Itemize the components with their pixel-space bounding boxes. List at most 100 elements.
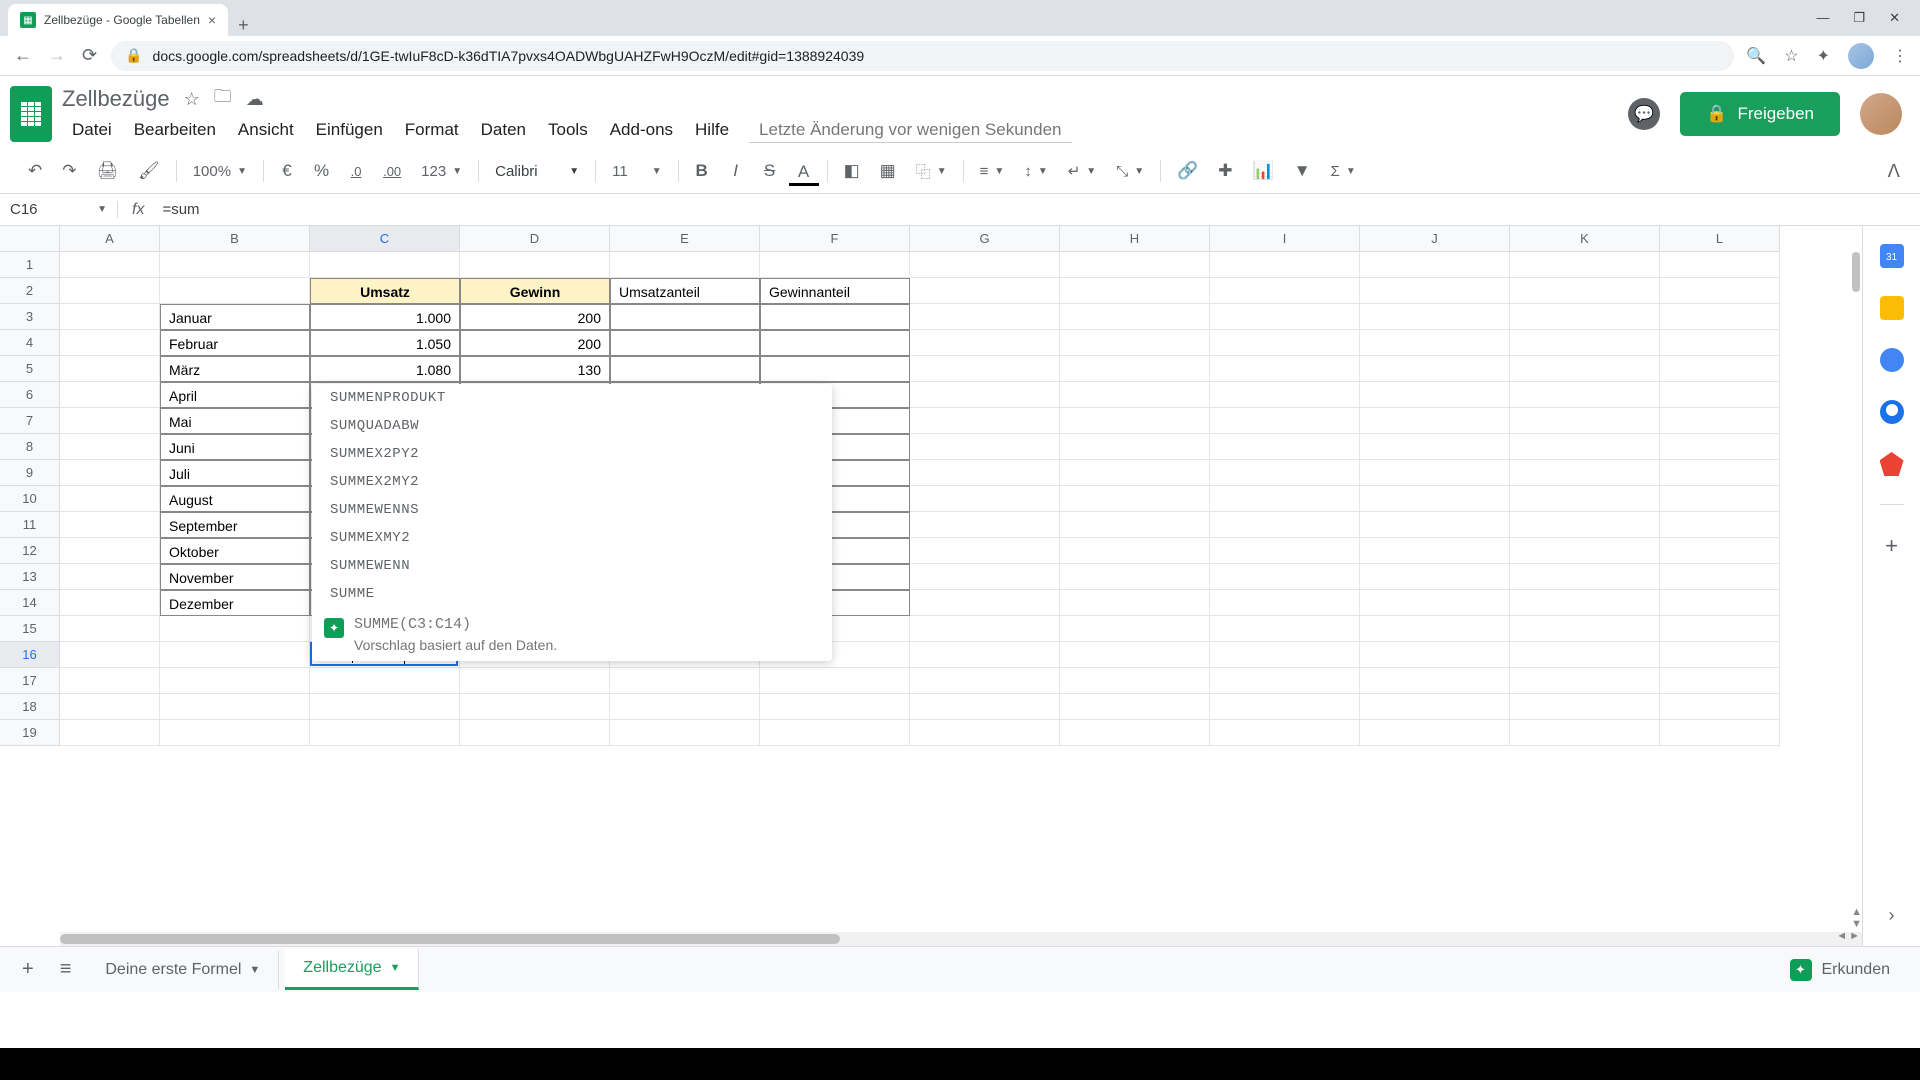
cell[interactable]	[610, 668, 760, 694]
row-header[interactable]: 16	[0, 642, 60, 668]
all-sheets-icon[interactable]: ≡	[50, 952, 82, 987]
cell[interactable]	[60, 382, 160, 408]
cell[interactable]	[910, 538, 1060, 564]
share-button[interactable]: 🔒 Freigeben	[1680, 92, 1840, 136]
cell[interactable]	[610, 304, 760, 330]
cell[interactable]	[1360, 668, 1510, 694]
zoom-icon[interactable]: 🔍	[1746, 46, 1766, 66]
font-select[interactable]: Calibri▼	[487, 159, 587, 184]
cell[interactable]	[1660, 330, 1780, 356]
currency-button[interactable]: €	[272, 155, 302, 187]
add-sheet-icon[interactable]: +	[12, 952, 44, 987]
cell[interactable]	[60, 486, 160, 512]
decrease-decimal-button[interactable]: .0	[341, 158, 371, 185]
cell[interactable]	[610, 356, 760, 382]
collapse-toolbar-icon[interactable]: ᐱ	[1888, 161, 1900, 182]
font-size-select[interactable]: 11▼	[604, 159, 669, 184]
autocomplete-item[interactable]: SUMQUADABW	[312, 412, 832, 440]
autocomplete-item[interactable]: SUMMEX2PY2	[312, 440, 832, 468]
autocomplete-item[interactable]: SUMMENPRODUKT	[312, 384, 832, 412]
cell[interactable]	[460, 694, 610, 720]
cell[interactable]	[760, 356, 910, 382]
cell[interactable]	[1660, 538, 1780, 564]
cell[interactable]	[910, 304, 1060, 330]
menu-tools[interactable]: Tools	[538, 118, 598, 143]
star-icon[interactable]: ☆	[1784, 46, 1798, 66]
chart-icon[interactable]: 📊	[1245, 155, 1282, 187]
cell[interactable]: 130	[460, 356, 610, 382]
scroll-down-icon[interactable]: ▼	[1851, 918, 1862, 930]
cell[interactable]	[1360, 460, 1510, 486]
cell[interactable]	[460, 668, 610, 694]
cell[interactable]: August	[160, 486, 310, 512]
cell[interactable]	[1660, 460, 1780, 486]
calendar-icon[interactable]	[1880, 244, 1904, 268]
redo-icon[interactable]: ↷	[54, 155, 84, 187]
cell[interactable]	[460, 720, 610, 746]
col-header[interactable]: D	[460, 226, 610, 252]
cell[interactable]	[1510, 382, 1660, 408]
cell[interactable]	[60, 252, 160, 278]
cell[interactable]	[610, 720, 760, 746]
autocomplete-item[interactable]: SUMMEXMY2	[312, 524, 832, 552]
cell[interactable]	[910, 616, 1060, 642]
cell[interactable]	[60, 460, 160, 486]
cell[interactable]	[910, 694, 1060, 720]
cell[interactable]	[1510, 720, 1660, 746]
cloud-status-icon[interactable]: ☁	[246, 89, 264, 110]
italic-button[interactable]: I	[721, 155, 751, 187]
cell[interactable]	[910, 408, 1060, 434]
cell[interactable]: 1.050	[310, 330, 460, 356]
cell[interactable]	[1510, 408, 1660, 434]
cell[interactable]	[1060, 564, 1210, 590]
cell[interactable]	[1660, 408, 1780, 434]
zoom-select[interactable]: 100%▼	[185, 159, 255, 184]
cell[interactable]	[1660, 304, 1780, 330]
add-addon-icon[interactable]: +	[1885, 533, 1898, 559]
cell[interactable]	[160, 720, 310, 746]
cell[interactable]	[910, 356, 1060, 382]
cell[interactable]	[1060, 538, 1210, 564]
cell[interactable]: 200	[460, 304, 610, 330]
cell[interactable]	[1060, 408, 1210, 434]
cell[interactable]: 200	[460, 330, 610, 356]
row-header[interactable]: 11	[0, 512, 60, 538]
cell[interactable]: 1.080	[310, 356, 460, 382]
cell[interactable]	[1060, 590, 1210, 616]
cell[interactable]	[1510, 304, 1660, 330]
cell[interactable]	[60, 330, 160, 356]
cell[interactable]	[1060, 330, 1210, 356]
cell[interactable]	[1660, 382, 1780, 408]
cell[interactable]	[310, 252, 460, 278]
cell[interactable]	[1660, 278, 1780, 304]
vertical-scrollbar[interactable]: ▲▼	[1850, 252, 1862, 932]
cell[interactable]	[1210, 590, 1360, 616]
cell[interactable]	[1510, 616, 1660, 642]
cell[interactable]	[160, 694, 310, 720]
autocomplete-suggestion[interactable]: ✦ SUMME(C3:C14) Vorschlag basiert auf de…	[312, 608, 832, 661]
cell[interactable]	[760, 694, 910, 720]
row-header[interactable]: 2	[0, 278, 60, 304]
maximize-icon[interactable]: ❐	[1853, 10, 1865, 26]
cell[interactable]	[910, 278, 1060, 304]
cell[interactable]	[1060, 356, 1210, 382]
menu-view[interactable]: Ansicht	[228, 118, 304, 143]
cell[interactable]	[1660, 668, 1780, 694]
cell[interactable]	[1510, 538, 1660, 564]
cell[interactable]	[1060, 616, 1210, 642]
autocomplete-item[interactable]: SUMMEX2MY2	[312, 468, 832, 496]
cell[interactable]	[1660, 252, 1780, 278]
cell[interactable]	[310, 668, 460, 694]
cell[interactable]	[1660, 356, 1780, 382]
cell[interactable]	[1360, 304, 1510, 330]
cell[interactable]	[1510, 356, 1660, 382]
cell[interactable]	[60, 668, 160, 694]
cell[interactable]	[1360, 356, 1510, 382]
cell[interactable]	[1360, 434, 1510, 460]
cell[interactable]	[60, 590, 160, 616]
cell[interactable]	[1060, 512, 1210, 538]
cell[interactable]	[1510, 512, 1660, 538]
cell[interactable]	[1360, 720, 1510, 746]
cell[interactable]	[1060, 720, 1210, 746]
cell[interactable]	[60, 434, 160, 460]
